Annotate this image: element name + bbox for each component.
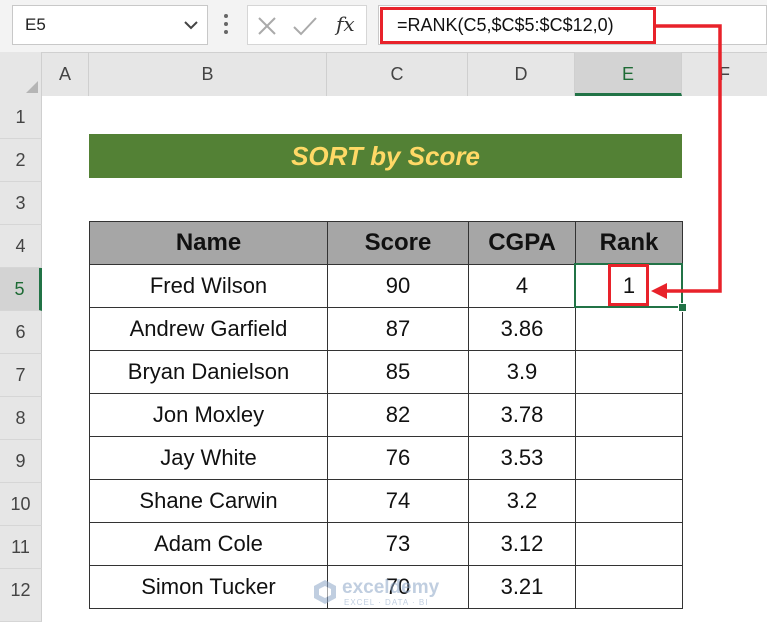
watermark-brand: exceldemy	[342, 577, 440, 598]
watermark: exceldemy EXCEL · DATA · BI	[312, 577, 462, 609]
exceldemy-logo-icon	[314, 580, 336, 604]
annotation-arrow-icon	[651, 24, 722, 299]
watermark-tagline: EXCEL · DATA · BI	[344, 598, 429, 607]
